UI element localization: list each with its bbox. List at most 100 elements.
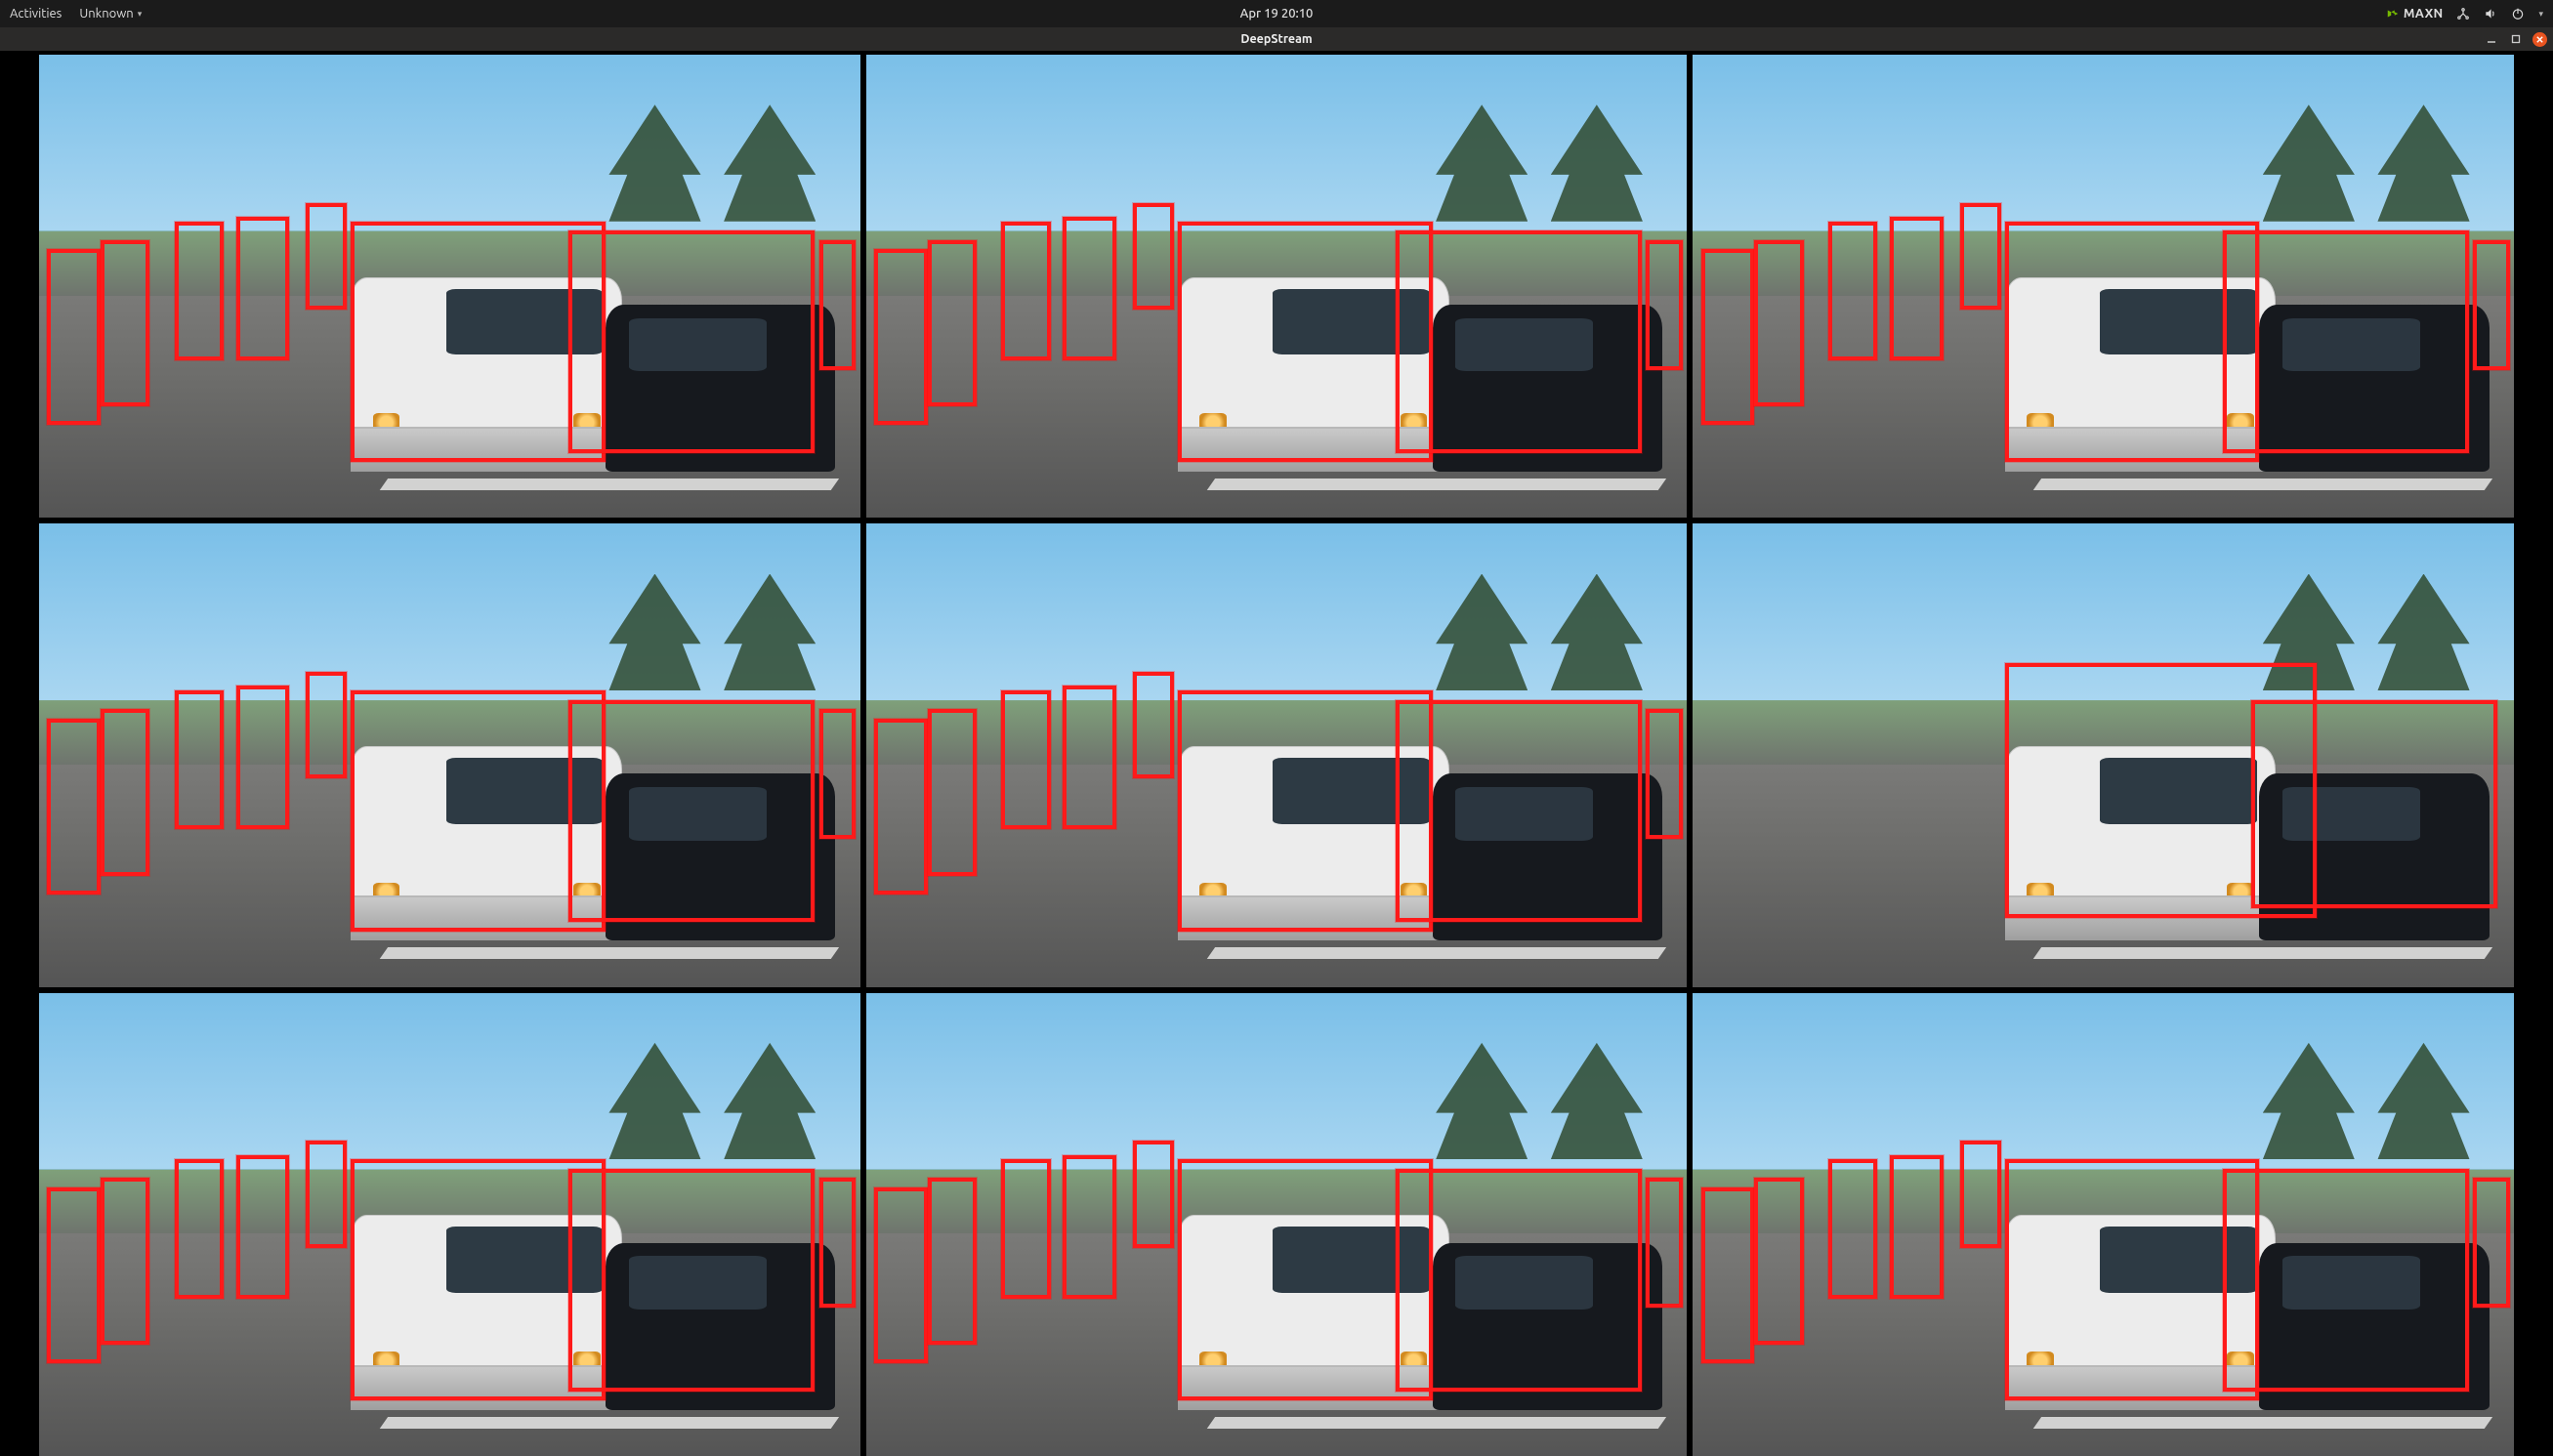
road-line-layer bbox=[2033, 947, 2493, 959]
detection-bbox-car bbox=[2223, 1169, 2469, 1392]
detection-bbox-car bbox=[1178, 1159, 1433, 1400]
detection-bbox-person bbox=[306, 672, 347, 778]
detection-bbox-person bbox=[175, 690, 224, 829]
detection-bbox-person bbox=[1133, 1141, 1174, 1247]
detection-bbox-person bbox=[236, 686, 290, 829]
road-line-layer bbox=[380, 478, 840, 490]
trees-layer bbox=[598, 561, 827, 690]
video-tile bbox=[39, 993, 860, 1456]
detection-bbox-person bbox=[1646, 709, 1683, 839]
detection-bbox-person bbox=[1001, 1159, 1050, 1298]
detection-bbox-person bbox=[1828, 1159, 1877, 1298]
detection-bbox-car bbox=[2005, 1159, 2260, 1400]
video-tile bbox=[1693, 993, 2514, 1456]
detection-bbox-car bbox=[351, 1159, 606, 1400]
detection-bbox-person bbox=[1133, 672, 1174, 778]
detection-bbox-car bbox=[1178, 222, 1433, 463]
detection-bbox-person bbox=[1001, 222, 1050, 360]
trees-layer bbox=[598, 1030, 827, 1160]
detection-bbox-person bbox=[1890, 1155, 1944, 1299]
detection-bbox-person bbox=[101, 240, 149, 407]
detection-bbox-person bbox=[1701, 249, 1755, 425]
detection-bbox-person bbox=[175, 222, 224, 360]
detection-bbox-person bbox=[874, 249, 928, 425]
detection-bbox-person bbox=[1063, 217, 1116, 360]
detection-bbox-car bbox=[568, 700, 815, 923]
detection-bbox-person bbox=[2473, 1178, 2510, 1308]
detection-bbox-person bbox=[928, 709, 977, 876]
detection-bbox-person bbox=[1754, 1178, 1803, 1345]
road-line-layer bbox=[1207, 947, 1667, 959]
detection-bbox-person bbox=[1890, 217, 1944, 360]
power-icon[interactable] bbox=[2511, 7, 2525, 21]
window-title-bar: DeepStream bbox=[0, 27, 2553, 51]
detection-bbox-person bbox=[1754, 240, 1803, 407]
detection-bbox-person bbox=[1133, 203, 1174, 310]
detection-bbox-person bbox=[101, 1178, 149, 1345]
system-menu-chevron-icon[interactable]: ▾ bbox=[2538, 9, 2543, 20]
activities-button[interactable]: Activities bbox=[10, 7, 62, 21]
detection-bbox-car bbox=[2223, 230, 2469, 453]
detection-bbox-car bbox=[2251, 700, 2497, 908]
detection-bbox-person bbox=[1960, 203, 2001, 310]
detection-bbox-person bbox=[2473, 240, 2510, 370]
detection-bbox-person bbox=[1063, 686, 1116, 829]
network-icon[interactable] bbox=[2456, 7, 2470, 21]
detection-bbox-person bbox=[819, 709, 857, 839]
detection-bbox-person bbox=[1828, 222, 1877, 360]
window-close-button[interactable] bbox=[2532, 32, 2547, 47]
detection-bbox-car bbox=[1396, 700, 1642, 923]
window-maximize-button[interactable] bbox=[2508, 32, 2523, 47]
video-tile bbox=[1693, 55, 2514, 518]
road-line-layer bbox=[380, 947, 840, 959]
power-mode-label: MAXN bbox=[2404, 7, 2444, 21]
detection-bbox-person bbox=[874, 719, 928, 894]
road-line-layer bbox=[1207, 478, 1667, 490]
video-tile bbox=[1693, 523, 2514, 986]
video-grid bbox=[39, 55, 2514, 1456]
video-tile bbox=[39, 523, 860, 986]
window-title: DeepStream bbox=[1240, 32, 1312, 46]
video-stage bbox=[0, 51, 2553, 1456]
trees-layer bbox=[2251, 92, 2481, 222]
road-line-layer bbox=[380, 1417, 840, 1429]
video-tile bbox=[866, 523, 1688, 986]
trees-layer bbox=[1424, 92, 1653, 222]
trees-layer bbox=[598, 92, 827, 222]
clock[interactable]: Apr 19 20:10 bbox=[1240, 7, 1314, 21]
detection-bbox-car bbox=[351, 222, 606, 463]
detection-bbox-car bbox=[2005, 222, 2260, 463]
detection-bbox-person bbox=[306, 1141, 347, 1247]
video-tile bbox=[866, 55, 1688, 518]
window-minimize-button[interactable] bbox=[2484, 32, 2498, 47]
trees-layer bbox=[2251, 1030, 2481, 1160]
app-menu[interactable]: Unknown ▾ bbox=[79, 7, 142, 21]
detection-bbox-car bbox=[568, 230, 815, 453]
trees-layer bbox=[1424, 561, 1653, 690]
detection-bbox-person bbox=[175, 1159, 224, 1298]
detection-bbox-person bbox=[101, 709, 149, 876]
detection-bbox-car bbox=[1396, 1169, 1642, 1392]
detection-bbox-car bbox=[351, 690, 606, 932]
detection-bbox-person bbox=[236, 217, 290, 360]
detection-bbox-person bbox=[47, 1187, 101, 1363]
detection-bbox-person bbox=[874, 1187, 928, 1363]
detection-bbox-person bbox=[1063, 1155, 1116, 1299]
video-tile bbox=[39, 55, 860, 518]
volume-icon[interactable] bbox=[2484, 7, 2497, 21]
chevron-down-icon: ▾ bbox=[138, 9, 143, 20]
road-line-layer bbox=[1207, 1417, 1667, 1429]
video-tile bbox=[866, 993, 1688, 1456]
detection-bbox-person bbox=[47, 719, 101, 894]
detection-bbox-car bbox=[1396, 230, 1642, 453]
detection-bbox-person bbox=[1701, 1187, 1755, 1363]
detection-bbox-person bbox=[928, 240, 977, 407]
trees-layer bbox=[1424, 1030, 1653, 1160]
detection-bbox-person bbox=[819, 240, 857, 370]
detection-bbox-person bbox=[47, 249, 101, 425]
road-line-layer bbox=[2033, 478, 2493, 490]
detection-bbox-person bbox=[1646, 1178, 1683, 1308]
detection-bbox-person bbox=[306, 203, 347, 310]
power-mode-indicator[interactable]: MAXN bbox=[2386, 7, 2444, 21]
detection-bbox-person bbox=[236, 1155, 290, 1299]
